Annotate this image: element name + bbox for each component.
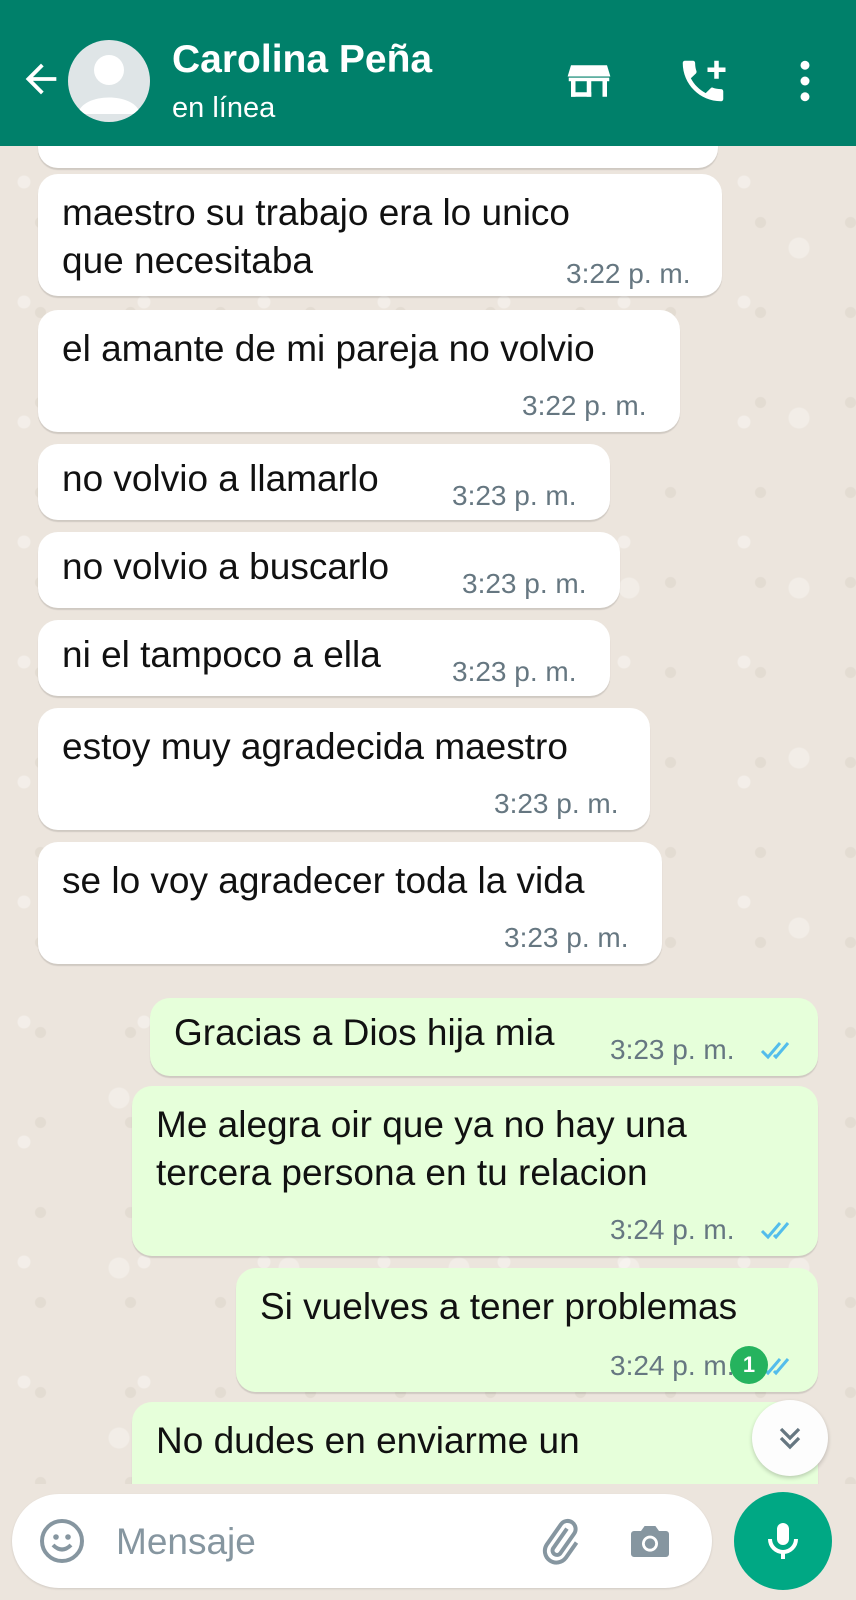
store-icon[interactable] xyxy=(562,54,616,108)
message-composer xyxy=(12,1494,712,1588)
message-time: 3:23 p. m. xyxy=(452,480,577,511)
message-text: No dudes en enviarme un xyxy=(156,1420,580,1461)
message-bubble-outgoing[interactable]: No dudes en enviarme un xyxy=(132,1402,818,1484)
message-bubble-incoming[interactable]: estoy muy agradecida maestro 3:23 p. m. xyxy=(38,708,650,830)
chat-area[interactable]: maestro su trabajo era lo unico que nece… xyxy=(0,146,856,1484)
message-time: 3:23 p. m. xyxy=(504,922,629,953)
message-bubble-incoming[interactable]: se lo voy agradecer toda la vida 3:23 p.… xyxy=(38,842,662,964)
emoji-icon[interactable] xyxy=(38,1517,86,1565)
message-text: que necesitaba xyxy=(62,240,313,281)
message-time: 3:23 p. m. xyxy=(494,788,619,819)
back-arrow-icon[interactable] xyxy=(18,56,64,102)
add-call-icon[interactable] xyxy=(676,54,730,108)
message-bubble-incoming[interactable]: maestro su trabajo era lo unico que nece… xyxy=(38,174,722,296)
message-time: 3:22 p. m. xyxy=(566,258,691,289)
message-time: 3:22 p. m. xyxy=(522,390,647,421)
message-time: 3:23 p. m. xyxy=(452,656,577,687)
message-time: 3:24 p. m. xyxy=(610,1350,735,1381)
contact-name[interactable]: Carolina Peña xyxy=(172,38,432,82)
message-time: 3:23 p. m. xyxy=(610,1034,735,1065)
message-bubble-incoming[interactable]: no volvio a buscarlo 3:23 p. m. xyxy=(38,532,620,608)
message-text: estoy muy agradecida maestro xyxy=(62,726,568,767)
double-check-icon xyxy=(760,1222,790,1240)
message-text: se lo voy agradecer toda la vida xyxy=(62,860,585,901)
message-text: no volvio a buscarlo xyxy=(62,546,390,587)
voice-record-button[interactable] xyxy=(734,1492,832,1590)
double-check-icon xyxy=(760,1042,790,1060)
message-text: ni el tampoco a ella xyxy=(62,634,381,675)
unread-count-badge[interactable]: 1 xyxy=(730,1346,768,1384)
more-vert-icon[interactable] xyxy=(778,54,832,108)
mic-icon xyxy=(768,1523,798,1559)
scroll-to-bottom-button[interactable] xyxy=(752,1400,828,1476)
message-time: 3:23 p. m. xyxy=(462,568,587,599)
message-bubble-incoming[interactable]: el amante de mi pareja no volvio 3:22 p.… xyxy=(38,310,680,432)
message-time: 3:24 p. m. xyxy=(610,1214,735,1245)
camera-icon[interactable] xyxy=(626,1517,674,1565)
chevron-double-down-icon xyxy=(779,1427,801,1450)
message-bubble-outgoing[interactable]: Gracias a Dios hija mia 3:23 p. m. xyxy=(150,998,818,1076)
message-bubble-outgoing[interactable]: Si vuelves a tener problemas 3:24 p. m. … xyxy=(236,1268,818,1392)
message-bubble-incoming[interactable]: ni el tampoco a ella 3:23 p. m. xyxy=(38,620,610,696)
contact-status: en línea xyxy=(172,92,276,124)
message-text: el amante de mi pareja no volvio xyxy=(62,328,595,369)
message-bubble-incoming[interactable]: no volvio a llamarlo 3:23 p. m. xyxy=(38,444,610,520)
message-text: Me alegra oir que ya no hay una xyxy=(156,1104,687,1145)
message-text: no volvio a llamarlo xyxy=(62,458,379,499)
message-input[interactable] xyxy=(114,1508,518,1576)
avatar[interactable] xyxy=(68,40,150,122)
message-text: tercera persona en tu relacion xyxy=(156,1152,648,1193)
message-text: Si vuelves a tener problemas xyxy=(260,1286,738,1327)
chat-header: Carolina Peña en línea xyxy=(0,0,856,146)
message-text: maestro su trabajo era lo unico xyxy=(62,192,570,233)
message-bubble-partial xyxy=(38,146,718,168)
attach-icon[interactable] xyxy=(536,1517,584,1565)
message-bubble-outgoing[interactable]: Me alegra oir que ya no hay una tercera … xyxy=(132,1086,818,1256)
avatar-placeholder-icon xyxy=(78,55,140,114)
message-text: Gracias a Dios hija mia xyxy=(174,1012,555,1053)
